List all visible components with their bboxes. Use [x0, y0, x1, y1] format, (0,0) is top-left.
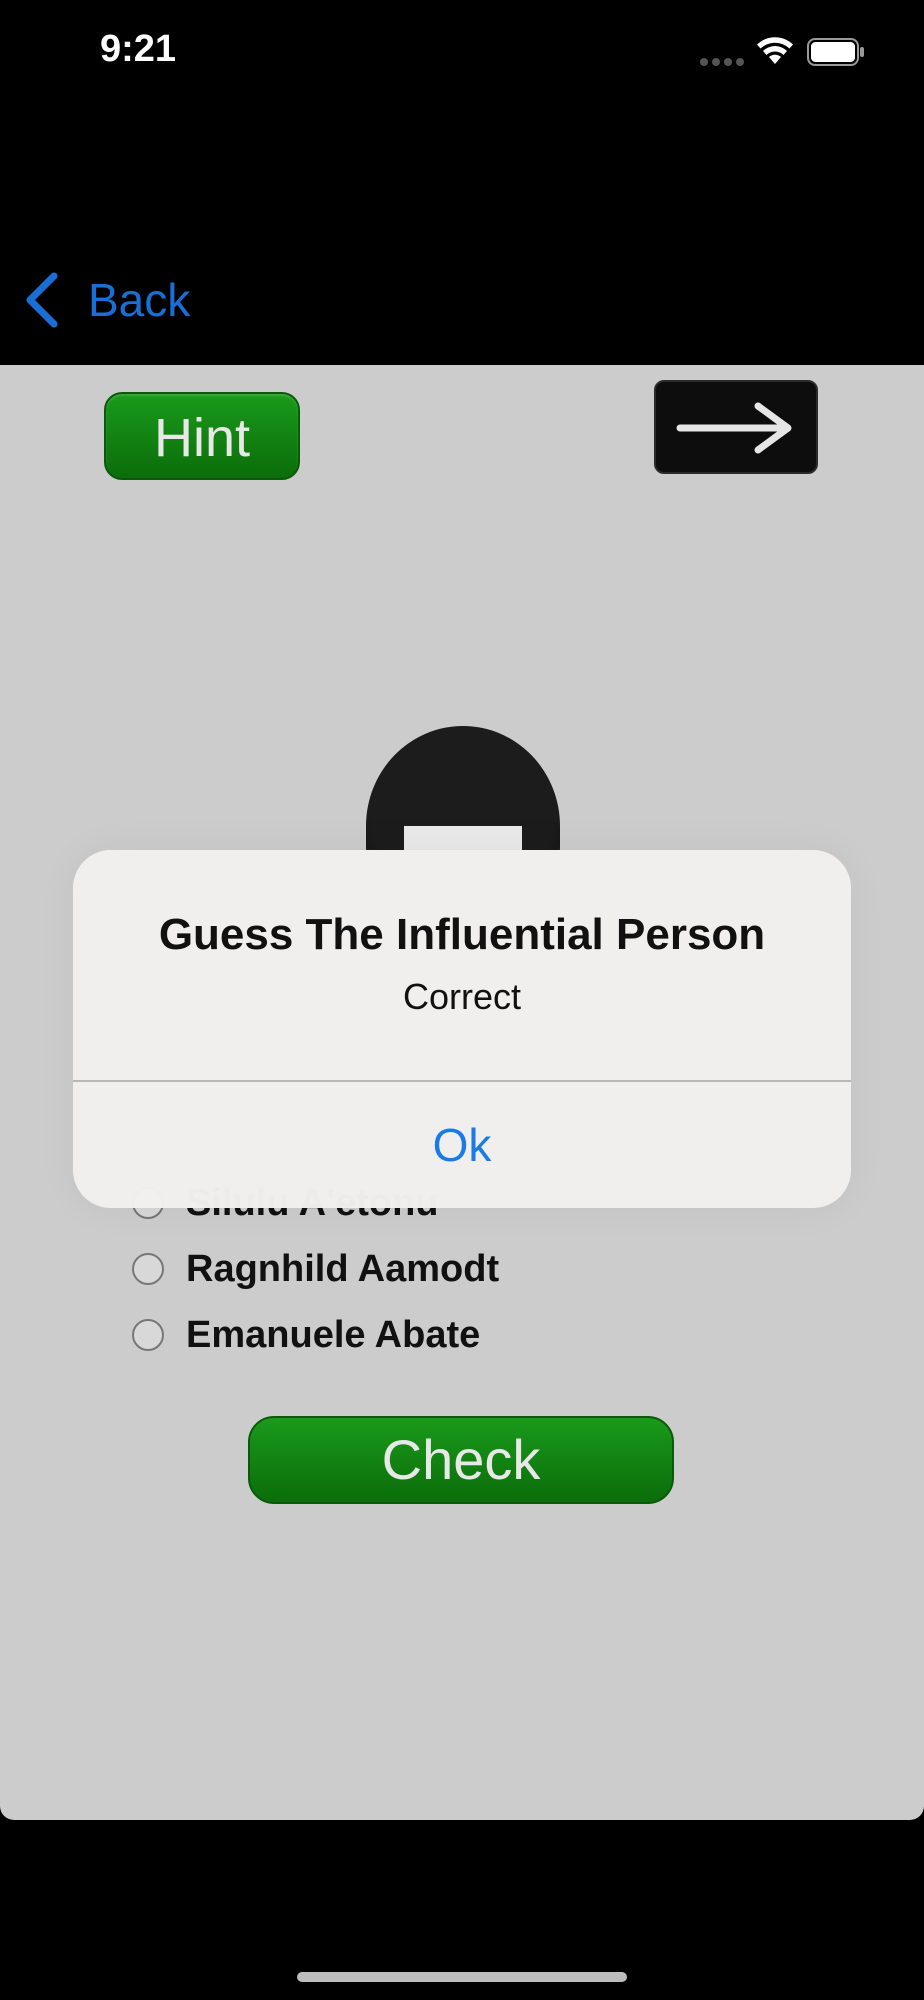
chevron-left-icon — [26, 272, 58, 328]
check-button[interactable]: Check — [248, 1416, 674, 1504]
alert-title: Guess The Influential Person — [158, 910, 766, 959]
status-bar: 9:21 — [0, 0, 924, 110]
radio-button[interactable] — [132, 1253, 164, 1285]
alert-dialog: Guess The Influential Person Correct Ok — [73, 850, 851, 1208]
wifi-icon — [757, 37, 793, 64]
option-label: Ragnhild Aamodt — [186, 1247, 500, 1290]
back-button[interactable]: Back — [22, 270, 190, 330]
hint-button[interactable]: Hint — [104, 392, 300, 480]
back-label: Back — [88, 274, 191, 326]
status-time: 9:21 — [100, 28, 177, 70]
option-label: Emanuele Abate — [186, 1313, 481, 1356]
home-indicator[interactable] — [297, 1972, 627, 1982]
person-photo — [360, 720, 566, 850]
cellular-signal-icon — [700, 58, 744, 66]
alert-message: Correct — [402, 976, 522, 1017]
radio-button[interactable] — [132, 1319, 164, 1351]
next-button[interactable] — [654, 380, 818, 474]
alert-ok-button[interactable]: Ok — [73, 1082, 851, 1208]
answer-option[interactable]: Ragnhild Aamodt — [132, 1236, 732, 1302]
battery-icon — [807, 38, 864, 66]
face-patch — [404, 826, 522, 850]
arrow-right-icon — [676, 402, 792, 454]
answer-option[interactable]: Emanuele Abate — [132, 1302, 732, 1368]
